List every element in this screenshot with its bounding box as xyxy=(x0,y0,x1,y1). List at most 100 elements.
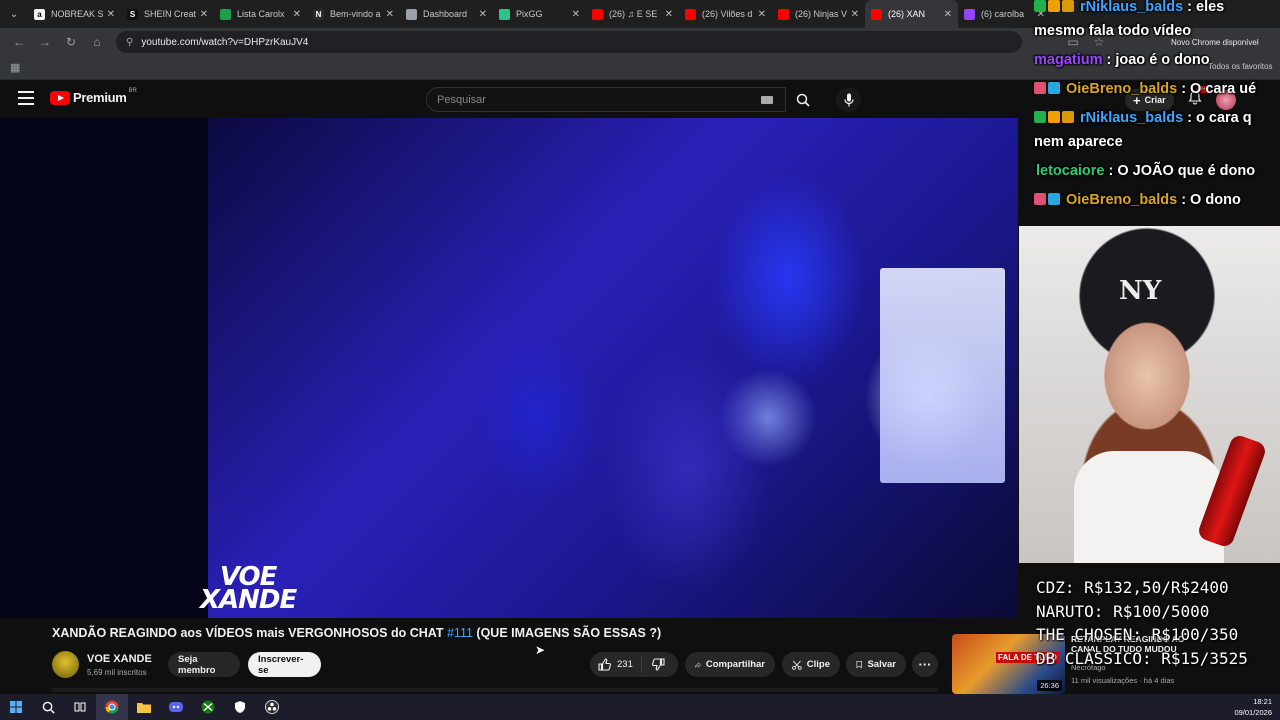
dislike-button[interactable] xyxy=(642,658,665,671)
tab-favicon-icon xyxy=(499,8,510,20)
back-icon[interactable]: ← xyxy=(8,31,30,53)
clip-button[interactable]: Clipe xyxy=(782,652,840,677)
chrome-taskbar-icon[interactable] xyxy=(96,694,128,720)
windows-start-icon[interactable] xyxy=(0,694,32,720)
tab-close-icon[interactable]: ✕ xyxy=(665,9,673,20)
browser-tab[interactable]: Dashboard ✕ xyxy=(400,0,493,28)
taskbar-search-icon[interactable] xyxy=(32,694,64,720)
tab-title: (26) Vilões d xyxy=(702,9,753,19)
address-bar[interactable]: ⚲ youtube.com/watch?v=DHPzrKauJV4 xyxy=(116,31,1022,53)
recommended-meta: 11 mil visualizações · há 4 dias xyxy=(1071,676,1175,685)
search-input[interactable] xyxy=(437,93,737,106)
chat-text: : o cara q xyxy=(1187,110,1252,126)
description-box-edge xyxy=(52,688,938,692)
browser-tab[interactable]: a NOBREAK S ✕ xyxy=(28,0,121,28)
bookmark-icon xyxy=(856,660,862,669)
url-text: youtube.com/watch?v=DHPzrKauJV4 xyxy=(141,36,309,48)
tab-favicon-icon xyxy=(778,8,789,20)
channel-avatar[interactable] xyxy=(52,651,79,678)
tab-search-icon[interactable]: ⌄ xyxy=(0,0,28,28)
stream-chat-overlay: rNiklaus_balds: eles mesmo fala todo víde… xyxy=(1030,0,1280,226)
discord-icon[interactable] xyxy=(160,694,192,720)
thumbs-up-icon xyxy=(598,658,611,671)
browser-tab[interactable]: (26) XAN ✕ xyxy=(865,0,958,28)
home-icon[interactable]: ⌂ xyxy=(86,31,108,53)
chat-badges xyxy=(1034,0,1076,19)
xbox-icon[interactable] xyxy=(192,694,224,720)
tab-favicon-icon xyxy=(685,8,696,20)
chat-badge-icon xyxy=(1048,0,1060,12)
chat-username: OieBreno_balds xyxy=(1066,192,1178,208)
mouse-cursor-icon: ➤ xyxy=(535,643,546,657)
youtube-logo[interactable]: Premium BR xyxy=(50,87,137,105)
video-player[interactable]: VOE XANDE xyxy=(0,118,1018,618)
browser-tab[interactable]: S SHEIN Creat ✕ xyxy=(121,0,214,28)
channel-name[interactable]: VOE XANDE xyxy=(87,653,152,665)
browser-tab[interactable]: (26) Ninjas V ✕ xyxy=(772,0,865,28)
browser-tab[interactable]: (26) Vilões d ✕ xyxy=(679,0,772,28)
tab-close-icon[interactable]: ✕ xyxy=(293,9,301,20)
like-button[interactable]: 231 xyxy=(590,656,642,673)
price-goals-overlay: CDZ: R$132,50/R$2400 NARUTO: R$100/5000 … xyxy=(1036,576,1248,670)
tab-close-icon[interactable]: ✕ xyxy=(758,9,766,20)
tab-favicon-icon xyxy=(220,8,231,20)
like-dislike-group: 231 xyxy=(590,652,678,677)
join-button[interactable]: Seja membro xyxy=(168,652,240,677)
tab-title: Lista Carolx xyxy=(237,9,285,19)
microphone-icon xyxy=(843,93,854,106)
chat-text: : eles xyxy=(1187,0,1225,15)
chat-badge-icon xyxy=(1034,0,1046,12)
tab-close-icon[interactable]: ✕ xyxy=(944,9,952,20)
tab-favicon-icon xyxy=(871,8,882,20)
site-info-icon[interactable]: ⚲ xyxy=(126,37,133,48)
tab-title: NOBREAK S xyxy=(51,9,103,19)
browser-tab[interactable]: (26) ♫ E SE ✕ xyxy=(586,0,679,28)
thumbs-down-icon xyxy=(652,658,665,671)
windows-taskbar: 18:21 09/01/2026 xyxy=(0,694,1280,720)
browser-tab[interactable]: Lista Carolx ✕ xyxy=(214,0,307,28)
tab-title: SHEIN Creat xyxy=(144,9,196,19)
screen: ⌄ a NOBREAK S ✕ S SHEIN Creat ✕ Lista Carolx ✕ N… xyxy=(0,0,1280,720)
reload-icon[interactable]: ↻ xyxy=(60,31,82,53)
voice-search-button[interactable] xyxy=(836,87,861,112)
chat-message: nem aparece xyxy=(1034,130,1123,154)
search-button[interactable] xyxy=(786,87,820,112)
browser-tab[interactable]: N Bem-vindo a ✕ xyxy=(307,0,400,28)
save-button[interactable]: Salvar xyxy=(846,652,906,677)
more-actions-button[interactable]: ··· xyxy=(912,652,938,677)
obs-icon[interactable] xyxy=(256,694,288,720)
file-explorer-icon[interactable] xyxy=(128,694,160,720)
task-view-icon[interactable] xyxy=(64,694,96,720)
chat-badges xyxy=(1034,188,1062,212)
search-box xyxy=(426,87,786,112)
keyboard-icon[interactable] xyxy=(761,96,773,104)
tab-close-icon[interactable]: ✕ xyxy=(479,9,487,20)
chat-badges xyxy=(1034,106,1076,130)
hashtag-link[interactable]: #111 xyxy=(447,626,473,640)
apps-grid-icon[interactable]: ▦ xyxy=(10,61,20,74)
system-clock[interactable]: 18:21 09/01/2026 xyxy=(1234,696,1272,718)
tab-close-icon[interactable]: ✕ xyxy=(851,9,859,20)
tab-favicon-icon: S xyxy=(127,8,138,20)
price-line: THE CHOSEN: R$100/350 xyxy=(1036,625,1239,644)
chat-message: rNiklaus_balds: o cara q xyxy=(1034,106,1252,130)
country-code: BR xyxy=(128,87,137,94)
chat-message: OieBreno_balds: O dono xyxy=(1034,188,1241,212)
tab-close-icon[interactable]: ✕ xyxy=(572,9,580,20)
chat-message: magatium: joao é o dono xyxy=(1034,48,1210,72)
tab-title: Bem-vindo a xyxy=(330,9,381,19)
forward-icon[interactable]: → xyxy=(34,31,56,53)
share-button[interactable]: Compartilhar xyxy=(685,652,775,677)
tab-close-icon[interactable]: ✕ xyxy=(386,9,394,20)
tab-title: (6) carolba xyxy=(981,9,1025,19)
browser-tab[interactable]: PixGG ✕ xyxy=(493,0,586,28)
chat-badge-icon xyxy=(1034,111,1046,123)
chat-badge-icon xyxy=(1062,111,1074,123)
tab-title: PixGG xyxy=(516,9,543,19)
tab-close-icon[interactable]: ✕ xyxy=(200,9,208,20)
tab-close-icon[interactable]: ✕ xyxy=(107,9,115,20)
menu-icon[interactable] xyxy=(18,91,34,105)
subscribe-button[interactable]: Inscrever-se xyxy=(248,652,321,677)
security-shield-icon[interactable] xyxy=(224,694,256,720)
youtube-play-icon xyxy=(50,90,70,105)
